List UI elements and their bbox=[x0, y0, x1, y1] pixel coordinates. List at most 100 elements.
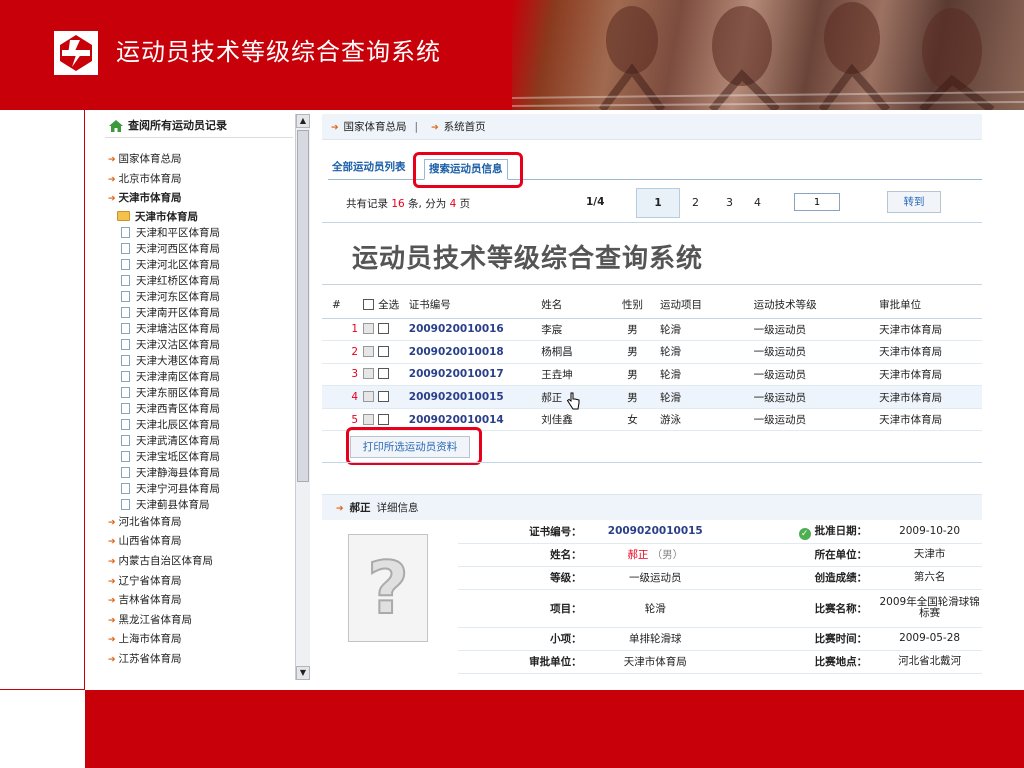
sidebar-item[interactable]: ➔ 吉林省体育局 bbox=[105, 591, 293, 611]
sidebar-subitem[interactable]: 天津武清区体育局 bbox=[105, 433, 293, 449]
sidebar-item[interactable]: ➔ 黑龙江省体育局 bbox=[105, 611, 293, 631]
sidebar-subitem[interactable]: 天津塘沽区体育局 bbox=[105, 321, 293, 337]
sidebar-subitem[interactable]: 天津蓟县体育局 bbox=[105, 497, 293, 513]
row-icon bbox=[363, 345, 375, 357]
athlete-sex: 男 bbox=[605, 363, 660, 387]
athlete-sex: 男 bbox=[605, 318, 660, 342]
table-row[interactable]: 1 2009020010016 李宸 男 轮滑 一级运动员 天津市体育局 bbox=[322, 318, 982, 342]
detail-label: 比赛名称： bbox=[714, 589, 878, 628]
sidebar-item[interactable]: ➔ 国家体育总局 bbox=[105, 150, 293, 170]
athlete-level: 一级运动员 bbox=[753, 408, 880, 432]
arrow-icon: ➔ bbox=[108, 556, 116, 567]
col-select-all[interactable]: 全选 bbox=[363, 292, 409, 319]
cert-code-link[interactable]: 2009020010016 bbox=[408, 318, 542, 342]
sidebar-subitem[interactable]: 天津北辰区体育局 bbox=[105, 417, 293, 433]
row-index: 2 bbox=[351, 345, 358, 358]
record-count: 共有记录 16 条, 分为 4 页 bbox=[346, 198, 471, 210]
footer-band bbox=[85, 690, 1024, 768]
sidebar-subitem[interactable]: 天津东丽区体育局 bbox=[105, 385, 293, 401]
highlight-box-print bbox=[346, 427, 482, 465]
document-icon bbox=[121, 418, 130, 430]
sidebar-subitem[interactable]: 天津南开区体育局 bbox=[105, 305, 293, 321]
athlete-sport: 轮滑 bbox=[659, 340, 754, 364]
detail-name: 郝正 （男） bbox=[595, 543, 715, 567]
sidebar-subitem[interactable]: 天津红桥区体育局 bbox=[105, 273, 293, 289]
goto-page-input[interactable] bbox=[794, 193, 840, 211]
athlete-unit: 天津市体育局 bbox=[879, 318, 982, 342]
cert-code-link[interactable]: 2009020010015 bbox=[408, 385, 542, 409]
row-checkbox[interactable] bbox=[378, 323, 390, 335]
sidebar-subitem[interactable]: 天津河西区体育局 bbox=[105, 241, 293, 257]
athlete-name: 李宸 bbox=[541, 318, 606, 342]
detail-row: 小项： 单排轮滑球 比赛时间： 2009-05-28 bbox=[458, 627, 982, 651]
sidebar-subitem[interactable]: 天津和平区体育局 bbox=[105, 225, 293, 241]
table-row[interactable]: 2 2009020010018 杨桐昌 男 轮滑 一级运动员 天津市体育局 bbox=[322, 340, 982, 364]
goto-button[interactable]: 转到 bbox=[887, 191, 941, 213]
detail-match-place: 河北省北戴河 bbox=[877, 650, 982, 674]
sidebar-subitem[interactable]: 天津津南区体育局 bbox=[105, 369, 293, 385]
left-rule bbox=[84, 110, 85, 690]
sidebar-scrollbar[interactable]: ▲ ▼ bbox=[295, 114, 310, 680]
hand-cursor-icon bbox=[566, 392, 580, 410]
row-checkbox[interactable] bbox=[378, 413, 390, 425]
cert-code-link[interactable]: 2009020010017 bbox=[408, 363, 542, 387]
detail-label: 创造成绩： bbox=[714, 566, 878, 590]
detail-row: 项目： 轮滑 比赛名称： 2009年全国轮滑球锦标赛 bbox=[458, 589, 982, 628]
sidebar-subitem[interactable]: 天津宝坻区体育局 bbox=[105, 449, 293, 465]
tab-all-athletes[interactable]: 全部运动员列表 bbox=[332, 156, 406, 180]
sidebar-item[interactable]: ➔ 上海市体育局 bbox=[105, 630, 293, 650]
checkmark-icon: ✓ bbox=[798, 527, 811, 540]
breadcrumb: ➔ 国家体育总局 | ➔ 系统首页 bbox=[322, 114, 982, 140]
sidebar-subitem[interactable]: 天津西青区体育局 bbox=[105, 401, 293, 417]
banner-photo bbox=[512, 0, 1024, 110]
sidebar-item-tianjin[interactable]: ➔ 天津市体育局 bbox=[105, 189, 293, 209]
sidebar-subitem[interactable]: 天津静海县体育局 bbox=[105, 465, 293, 481]
select-all-checkbox[interactable] bbox=[363, 299, 375, 311]
breadcrumb-page[interactable]: 系统首页 bbox=[444, 121, 486, 133]
scroll-thumb[interactable] bbox=[297, 130, 309, 482]
detail-event: 轮滑 bbox=[595, 589, 715, 628]
athlete-name: 刘佳鑫 bbox=[541, 408, 606, 432]
sidebar-header[interactable]: 查阅所有运动员记录 bbox=[105, 114, 293, 138]
cert-code-link[interactable]: 2009020010018 bbox=[408, 340, 542, 364]
sidebar-subitem[interactable]: 天津宁河县体育局 bbox=[105, 481, 293, 497]
col-code: 证书编号 bbox=[408, 292, 542, 319]
page-link[interactable]: 4 bbox=[754, 196, 761, 209]
col-no: # bbox=[322, 292, 364, 319]
scroll-up-icon[interactable]: ▲ bbox=[296, 114, 310, 128]
detail-label: 比赛时间： bbox=[714, 627, 878, 651]
sidebar-subitem[interactable]: 天津河北区体育局 bbox=[105, 257, 293, 273]
row-checkbox[interactable] bbox=[378, 391, 390, 403]
table-header-row: # 全选 证书编号 姓名 性别 运动项目 运动技术等级 审批单位 bbox=[322, 292, 982, 319]
folder-icon bbox=[117, 210, 130, 221]
left-rule-bottom bbox=[0, 689, 85, 690]
question-mark-icon: ? bbox=[366, 546, 410, 630]
detail-cert-code: 2009020010015 bbox=[595, 520, 715, 544]
row-checkbox[interactable] bbox=[378, 345, 390, 357]
document-icon bbox=[121, 290, 130, 302]
sidebar-item[interactable]: ➔ 江苏省体育局 bbox=[105, 650, 293, 670]
detail-table: 证书编号： 2009020010015 ✓ 批准日期： 2009-10-20 姓名… bbox=[458, 520, 982, 674]
page-link[interactable]: 2 bbox=[692, 196, 699, 209]
sidebar-item[interactable]: ➔ 辽宁省体育局 bbox=[105, 572, 293, 592]
detail-approve-date: 2009-10-20 bbox=[877, 520, 982, 544]
table-row-selected[interactable]: 4 2009020010015 郝正 男 轮滑 一级运动员 天津市体育局 bbox=[322, 385, 982, 409]
document-icon bbox=[121, 498, 130, 510]
home-icon bbox=[109, 119, 123, 132]
sidebar-item[interactable]: ➔ 北京市体育局 bbox=[105, 170, 293, 190]
table-row[interactable]: 3 2009020010017 王垚坤 男 轮滑 一级运动员 天津市体育局 bbox=[322, 363, 982, 387]
sidebar-item[interactable]: ➔ 河北省体育局 bbox=[105, 513, 293, 533]
sidebar-item[interactable]: ➔ 内蒙古自治区体育局 bbox=[105, 552, 293, 572]
sidebar-subtree-header[interactable]: 天津市体育局 bbox=[105, 209, 293, 225]
breadcrumb-root[interactable]: 国家体育总局 bbox=[344, 121, 407, 133]
document-icon bbox=[121, 306, 130, 318]
sidebar-subitem[interactable]: 天津河东区体育局 bbox=[105, 289, 293, 305]
sidebar-subitem[interactable]: 天津汉沽区体育局 bbox=[105, 337, 293, 353]
detail-label: 证书编号： bbox=[458, 520, 596, 544]
sidebar-item[interactable]: ➔ 山西省体育局 bbox=[105, 532, 293, 552]
scroll-down-icon[interactable]: ▼ bbox=[296, 666, 310, 680]
page-link-current[interactable]: 1 bbox=[636, 188, 680, 218]
page-link[interactable]: 3 bbox=[726, 196, 733, 209]
row-checkbox[interactable] bbox=[378, 368, 390, 380]
sidebar-subitem[interactable]: 天津大港区体育局 bbox=[105, 353, 293, 369]
